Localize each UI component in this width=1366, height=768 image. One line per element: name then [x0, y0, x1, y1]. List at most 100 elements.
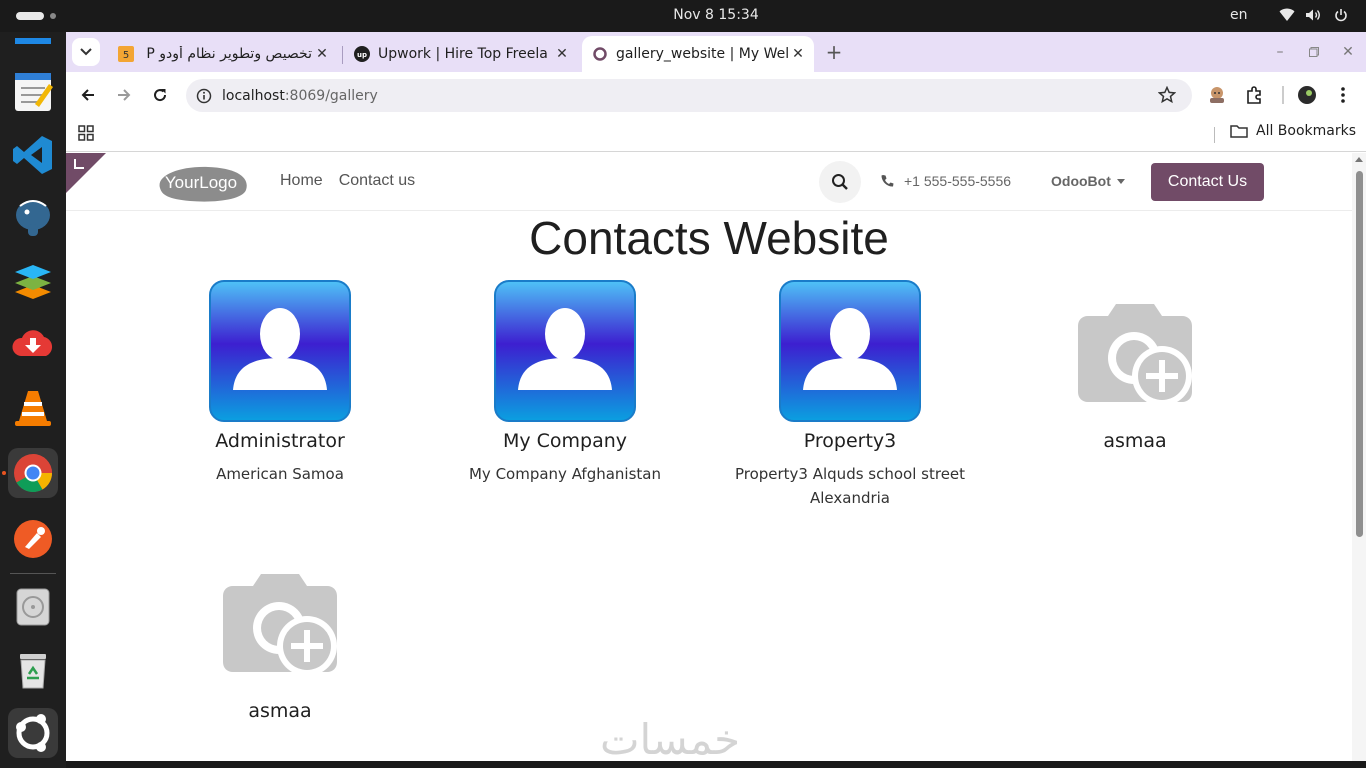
- main-nav: Home Contact us: [280, 172, 415, 190]
- contact-name: asmaa: [248, 700, 312, 722]
- edit-corner-icon: [74, 159, 84, 169]
- postman-icon[interactable]: [8, 514, 58, 564]
- tab-search-button[interactable]: [72, 38, 100, 66]
- contact-card[interactable]: asmaa: [150, 550, 410, 722]
- url-path: :8069/gallery: [284, 87, 378, 104]
- phone-icon: [881, 175, 894, 187]
- page-scrollbar[interactable]: [1352, 153, 1366, 761]
- site-info-icon[interactable]: [194, 86, 214, 106]
- contact-card[interactable]: Property3 Property3 Alquds school street…: [720, 280, 980, 510]
- user-name: OdooBot: [1051, 173, 1111, 189]
- chrome-icon[interactable]: [8, 448, 58, 498]
- wifi-icon[interactable]: [1278, 6, 1296, 24]
- tab-separator: [342, 46, 343, 64]
- layers-app-icon[interactable]: [8, 256, 58, 306]
- folder-icon: [1230, 125, 1248, 138]
- edit-mode-corner[interactable]: [66, 153, 106, 193]
- vscode-icon[interactable]: [8, 130, 58, 180]
- camera-placeholder-icon: [223, 574, 337, 676]
- svg-text:5: 5: [123, 50, 129, 61]
- extensions-puzzle-icon[interactable]: [1243, 84, 1265, 106]
- trash-icon[interactable]: [8, 645, 58, 695]
- maximize-window-icon[interactable]: [1304, 42, 1324, 62]
- bookmarks-separator: [1214, 127, 1215, 143]
- minimize-window-icon[interactable]: –: [1270, 42, 1290, 62]
- volume-icon[interactable]: [1304, 6, 1322, 24]
- upwork-favicon: up: [354, 46, 370, 62]
- tab-strip: 5 تخصيص وتطوير نظام أودو P ✕ up Upwork |…: [66, 32, 1366, 72]
- page-viewport: YourLogo Home Contact us +1 555-555-5556…: [66, 153, 1366, 761]
- contact-name: My Company: [502, 430, 628, 452]
- profile-avatar-icon[interactable]: [1296, 84, 1318, 106]
- person-avatar-icon: [779, 280, 921, 422]
- close-tab-icon[interactable]: ✕: [552, 44, 572, 64]
- site-search-button[interactable]: [819, 161, 861, 203]
- reload-icon[interactable]: [147, 82, 173, 108]
- scroll-up-arrow-icon[interactable]: [1355, 157, 1363, 162]
- extension-avatar-icon[interactable]: [1206, 84, 1228, 106]
- tab-title: gallery_website | My Wel: [616, 46, 788, 62]
- person-avatar-icon: [209, 280, 351, 422]
- tab-title: Upwork | Hire Top Freela: [378, 46, 548, 62]
- text-editor-icon[interactable]: [8, 67, 58, 117]
- nav-home[interactable]: Home: [280, 172, 323, 190]
- postgresql-icon[interactable]: [8, 193, 58, 243]
- contact-card[interactable]: My Company My Company Afghanistan: [435, 280, 695, 486]
- watermark-text: خمسات: [600, 715, 741, 761]
- bookmarks-bar: All Bookmarks: [66, 118, 1366, 152]
- system-clock[interactable]: Nov 8 15:34: [0, 7, 1366, 23]
- tab-title: تخصيص وتطوير نظام أودو P: [146, 46, 312, 62]
- tab-upwork[interactable]: up Upwork | Hire Top Freela ✕: [344, 36, 578, 72]
- site-header: YourLogo Home Contact us +1 555-555-5556…: [66, 153, 1352, 211]
- tab-khamsat[interactable]: 5 تخصيص وتطوير نظام أودو P ✕: [108, 36, 338, 72]
- page-title: Contacts Website: [529, 212, 889, 264]
- contact-card[interactable]: Administrator American Samoa: [150, 280, 410, 486]
- disk-drive-icon[interactable]: [8, 582, 58, 632]
- language-indicator[interactable]: en: [1230, 7, 1248, 23]
- contact-address: American Samoa: [216, 465, 344, 483]
- logo-text: YourLogo: [165, 173, 237, 192]
- screen-bottom-edge: [66, 761, 1366, 768]
- all-bookmarks-label: All Bookmarks: [1256, 123, 1357, 139]
- dock-partial-app-icon[interactable]: [8, 32, 58, 54]
- vlc-icon[interactable]: [8, 382, 58, 432]
- browser-window: 5 تخصيص وتطوير نظام أودو P ✕ up Upwork |…: [66, 32, 1366, 761]
- phone-number: +1 555-555-5556: [904, 173, 1012, 189]
- contact-card[interactable]: asmaa: [1005, 280, 1265, 452]
- phone-link[interactable]: +1 555-555-5556: [880, 173, 1011, 189]
- close-tab-icon[interactable]: ✕: [312, 44, 332, 64]
- contact-name: Property3: [803, 430, 897, 452]
- odoo-favicon: [592, 46, 608, 62]
- contact-us-button[interactable]: Contact Us: [1151, 163, 1264, 201]
- toolbar-separator: [1282, 86, 1284, 104]
- person-avatar-icon: [494, 280, 636, 422]
- close-tab-icon[interactable]: ✕: [788, 44, 808, 64]
- show-apps-icon[interactable]: [8, 708, 58, 758]
- contact-name: Administrator: [215, 430, 345, 452]
- search-icon: [832, 174, 848, 190]
- contact-address: My Company Afghanistan: [468, 465, 661, 483]
- new-tab-button[interactable]: +: [822, 40, 846, 64]
- contact-name: asmaa: [1103, 430, 1167, 452]
- apps-grid-icon[interactable]: [78, 125, 94, 141]
- power-icon[interactable]: [1332, 6, 1350, 24]
- khamsat-favicon: 5: [118, 46, 134, 62]
- download-manager-icon[interactable]: [8, 319, 58, 369]
- browser-menu-icon[interactable]: [1332, 84, 1354, 106]
- chrome-running-indicator: [2, 471, 6, 475]
- forward-arrow-icon[interactable]: [111, 82, 137, 108]
- site-logo[interactable]: YourLogo: [154, 162, 248, 202]
- system-top-bar: Nov 8 15:34 en: [0, 0, 1366, 32]
- scrollbar-thumb[interactable]: [1356, 171, 1363, 537]
- close-window-icon[interactable]: ✕: [1338, 42, 1358, 62]
- application-dock: [0, 32, 66, 768]
- back-arrow-icon[interactable]: [75, 82, 101, 108]
- contact-address: Property3 Alquds school street Alexandri…: [734, 465, 966, 507]
- all-bookmarks-button[interactable]: All Bookmarks: [1230, 123, 1356, 139]
- tab-gallery-website[interactable]: gallery_website | My Wel ✕: [582, 36, 814, 72]
- address-bar[interactable]: localhost:8069/gallery: [186, 79, 1192, 112]
- user-menu-dropdown[interactable]: OdooBot: [1051, 173, 1125, 189]
- nav-contact-us[interactable]: Contact us: [339, 172, 415, 190]
- bookmark-star-icon[interactable]: [1157, 85, 1178, 106]
- camera-placeholder-icon: [1078, 304, 1192, 406]
